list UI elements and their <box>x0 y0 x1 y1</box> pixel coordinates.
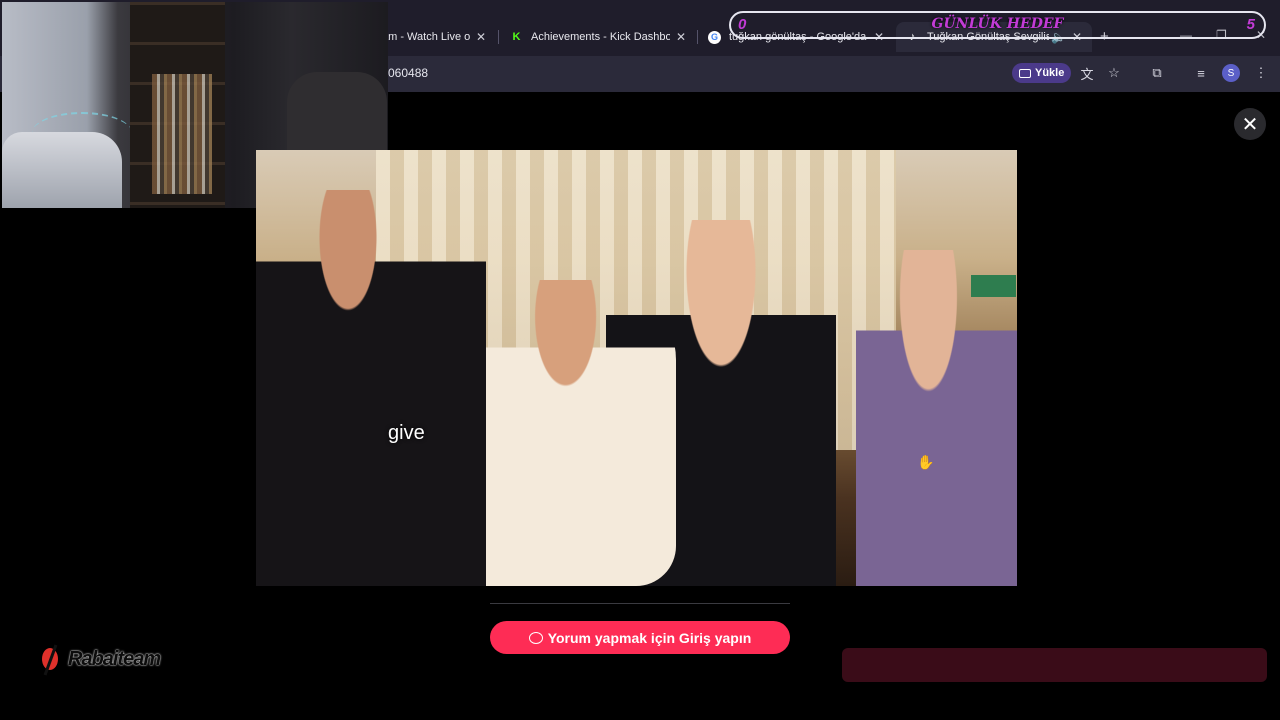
login-button-label: Yorum yapmak için Giriş yapın <box>547 629 752 646</box>
translate-icon[interactable]: 文 <box>1078 64 1096 82</box>
goal-title: GÜNLÜK HEDEF <box>931 16 1064 32</box>
hand-cursor-icon: ✋ <box>917 454 935 470</box>
tab-separator <box>498 30 499 44</box>
install-app-button[interactable]: Yükle <box>1012 63 1072 83</box>
media-controls-icon[interactable]: ≡ <box>1192 64 1210 82</box>
tab-title: am - Watch Live o <box>382 31 470 43</box>
comment-bubble-icon <box>528 631 543 644</box>
background-page-button <box>842 648 1267 682</box>
tab-kick-dashboard[interactable]: K Achievements - Kick Dashboard ✕ <box>500 22 696 52</box>
install-icon <box>1019 68 1031 78</box>
streamer-logo: Rabaiteam <box>38 644 161 674</box>
tab-kick-live[interactable]: am - Watch Live o ✕ <box>372 22 496 52</box>
video-player[interactable]: give ✋ <box>256 150 1017 586</box>
install-label: Yükle <box>1035 67 1065 79</box>
video-person-woman-purple <box>856 250 1017 586</box>
url-field[interactable]: 060488 <box>388 66 428 80</box>
menu-kebab-icon[interactable]: ⋮ <box>1252 64 1270 82</box>
webcam-books <box>152 74 212 194</box>
logo-text: Rabaiteam <box>68 647 161 670</box>
kick-favicon-icon: K <box>512 31 521 43</box>
daily-goal-bar: 0 GÜNLÜK HEDEF 5 <box>729 11 1266 39</box>
logo-mark-icon <box>38 644 62 674</box>
video-caption: give <box>388 422 425 444</box>
google-favicon-icon: G <box>708 30 721 44</box>
tab-title: Achievements - Kick Dashboard <box>531 31 670 43</box>
tab-close-icon[interactable]: ✕ <box>476 30 486 44</box>
video-person-man-suit <box>256 190 486 586</box>
profile-avatar[interactable]: S <box>1222 64 1240 82</box>
close-icon: ✕ <box>1241 113 1259 136</box>
comment-divider <box>490 603 790 604</box>
modal-close-button[interactable]: ✕ <box>1234 108 1266 140</box>
webcam-led-lights <box>32 112 132 154</box>
tab-close-icon[interactable]: ✕ <box>676 30 686 44</box>
login-to-comment-button[interactable]: Yorum yapmak için Giriş yapın <box>490 621 790 654</box>
bookmark-star-icon[interactable]: ☆ <box>1105 64 1123 82</box>
goal-target: 5 <box>1246 16 1255 33</box>
extensions-icon[interactable]: ⧉ <box>1148 64 1166 82</box>
